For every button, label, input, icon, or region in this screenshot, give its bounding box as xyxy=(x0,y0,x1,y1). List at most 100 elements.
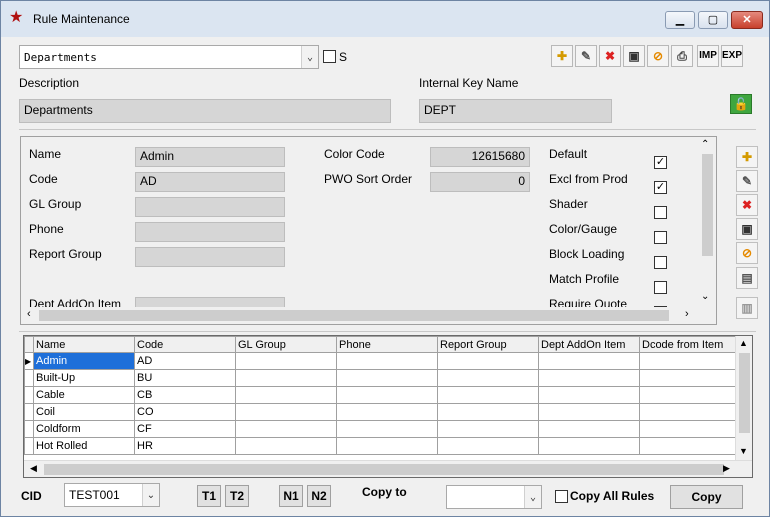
grid-cell[interactable] xyxy=(336,369,438,387)
scroll-up-icon[interactable]: ▲ xyxy=(739,338,748,348)
scroll-right-icon[interactable]: ▶ xyxy=(723,463,730,474)
row-indicator[interactable] xyxy=(24,386,34,404)
hscroll-thumb[interactable] xyxy=(39,310,669,321)
grid-cell[interactable]: Coldform xyxy=(33,420,135,438)
grid-cell[interactable] xyxy=(538,403,640,421)
table-row[interactable]: Built-Up BU xyxy=(24,369,737,387)
grid-cell[interactable] xyxy=(437,403,539,421)
column-header[interactable]: Name xyxy=(33,336,135,353)
grid-cell[interactable] xyxy=(639,369,737,387)
print-icon[interactable]: ⎙ xyxy=(671,45,693,67)
scroll-thumb[interactable] xyxy=(702,154,713,256)
grid-scroll-thumb[interactable] xyxy=(739,353,750,433)
panel-vertical-scrollbar[interactable]: ⌃ ⌄ xyxy=(699,137,716,307)
export-button[interactable]: EXP xyxy=(721,45,743,67)
grid-cell[interactable] xyxy=(437,352,539,370)
grid-cell[interactable]: AD xyxy=(134,352,236,370)
grid-cell[interactable]: BU xyxy=(134,369,236,387)
grid-cell[interactable]: CO xyxy=(134,403,236,421)
copy-all-checkbox[interactable] xyxy=(555,490,568,503)
grid-cell[interactable]: Admin xyxy=(33,352,135,370)
column-header[interactable]: Code xyxy=(134,336,236,353)
column-header[interactable]: Dept AddOn Item xyxy=(538,336,640,353)
grid-cell[interactable]: Coil xyxy=(33,403,135,421)
grid-hscroll-thumb[interactable] xyxy=(44,464,724,475)
side-delete-icon[interactable]: ✖ xyxy=(736,194,758,216)
row-indicator[interactable] xyxy=(24,403,34,421)
color-gauge-checkbox[interactable] xyxy=(654,231,667,244)
n1-button[interactable]: N1 xyxy=(279,485,303,507)
grid-cell[interactable] xyxy=(336,437,438,455)
grid-cell[interactable] xyxy=(235,437,337,455)
table-row[interactable]: Coil CO xyxy=(24,403,737,421)
grid-cell[interactable]: Cable xyxy=(33,386,135,404)
maximize-button[interactable]: ▢ xyxy=(698,11,728,29)
close-button[interactable]: ✕ xyxy=(731,11,763,29)
table-row[interactable]: Coldform CF xyxy=(24,420,737,438)
grid-cell[interactable] xyxy=(538,420,640,438)
cid-dropdown[interactable]: TEST001 ⌄ xyxy=(64,483,160,507)
grid-cell[interactable] xyxy=(639,386,737,404)
table-row[interactable]: Cable CB xyxy=(24,386,737,404)
column-header[interactable]: Report Group xyxy=(437,336,539,353)
panel-horizontal-scrollbar[interactable]: ‹ › xyxy=(21,307,699,324)
unlock-icon[interactable]: 🔓 xyxy=(730,94,752,114)
match-profile-checkbox[interactable] xyxy=(654,281,667,294)
grid-cell[interactable] xyxy=(639,403,737,421)
delete-icon[interactable]: ✖ xyxy=(599,45,621,67)
row-indicator[interactable] xyxy=(24,369,34,387)
grid-cell[interactable] xyxy=(437,369,539,387)
grid-cell[interactable]: Hot Rolled xyxy=(33,437,135,455)
grid-cell[interactable] xyxy=(538,386,640,404)
copy-button[interactable]: Copy xyxy=(670,485,743,509)
grid-cell[interactable] xyxy=(437,420,539,438)
row-indicator[interactable] xyxy=(24,420,34,438)
minimize-button[interactable]: ▁ xyxy=(665,11,695,29)
row-indicator[interactable]: ▶ xyxy=(24,352,34,370)
side-save-icon[interactable]: ▣ xyxy=(736,218,758,240)
table-row[interactable]: Hot Rolled HR xyxy=(24,437,737,455)
grid-cell[interactable]: CF xyxy=(134,420,236,438)
grid-cell[interactable] xyxy=(437,386,539,404)
scroll-right-icon[interactable]: › xyxy=(685,308,689,320)
t2-button[interactable]: T2 xyxy=(225,485,249,507)
grid-horizontal-scrollbar[interactable]: ◀ ▶ xyxy=(24,460,752,477)
save-icon[interactable]: ▣ xyxy=(623,45,645,67)
import-button[interactable]: IMP xyxy=(697,45,719,67)
side-image-icon[interactable]: ▤ xyxy=(736,267,758,289)
block-loading-checkbox[interactable] xyxy=(654,256,667,269)
grid-cell[interactable] xyxy=(538,352,640,370)
column-header[interactable]: GL Group xyxy=(235,336,337,353)
default-checkbox[interactable]: ✓ xyxy=(654,156,667,169)
grid-cell[interactable] xyxy=(235,403,337,421)
grid-cell[interactable] xyxy=(437,437,539,455)
column-header[interactable]: Phone xyxy=(336,336,438,353)
grid-cell[interactable] xyxy=(336,386,438,404)
side-cancel-icon[interactable]: ⊘ xyxy=(736,242,758,264)
grid-cell[interactable] xyxy=(538,437,640,455)
rules-grid[interactable]: Name Code GL Group Phone Report Group De… xyxy=(23,335,753,478)
grid-cell[interactable]: HR xyxy=(134,437,236,455)
excl-prod-checkbox[interactable]: ✓ xyxy=(654,181,667,194)
grid-cell[interactable] xyxy=(639,352,737,370)
grid-cell[interactable] xyxy=(639,420,737,438)
scroll-down-icon[interactable]: ⌄ xyxy=(701,291,709,302)
grid-cell[interactable] xyxy=(336,403,438,421)
grid-cell[interactable] xyxy=(235,352,337,370)
grid-cell[interactable] xyxy=(639,437,737,455)
grid-vertical-scrollbar[interactable]: ▲ ▼ xyxy=(735,336,752,460)
scroll-left-icon[interactable]: ‹ xyxy=(27,308,31,320)
grid-cell[interactable] xyxy=(235,386,337,404)
column-header[interactable]: Dcode from Item xyxy=(639,336,737,353)
grid-cell[interactable] xyxy=(538,369,640,387)
s-checkbox[interactable] xyxy=(323,50,336,63)
grid-cell[interactable] xyxy=(235,420,337,438)
new-record-icon[interactable]: ✚ xyxy=(551,45,573,67)
rule-type-dropdown[interactable]: Departments ⌄ xyxy=(19,45,319,69)
grid-cell[interactable] xyxy=(235,369,337,387)
n2-button[interactable]: N2 xyxy=(307,485,331,507)
grid-cell[interactable] xyxy=(336,352,438,370)
edit-icon[interactable]: ✎ xyxy=(575,45,597,67)
grid-cell[interactable]: Built-Up xyxy=(33,369,135,387)
copy-to-dropdown[interactable]: ⌄ xyxy=(446,485,542,509)
